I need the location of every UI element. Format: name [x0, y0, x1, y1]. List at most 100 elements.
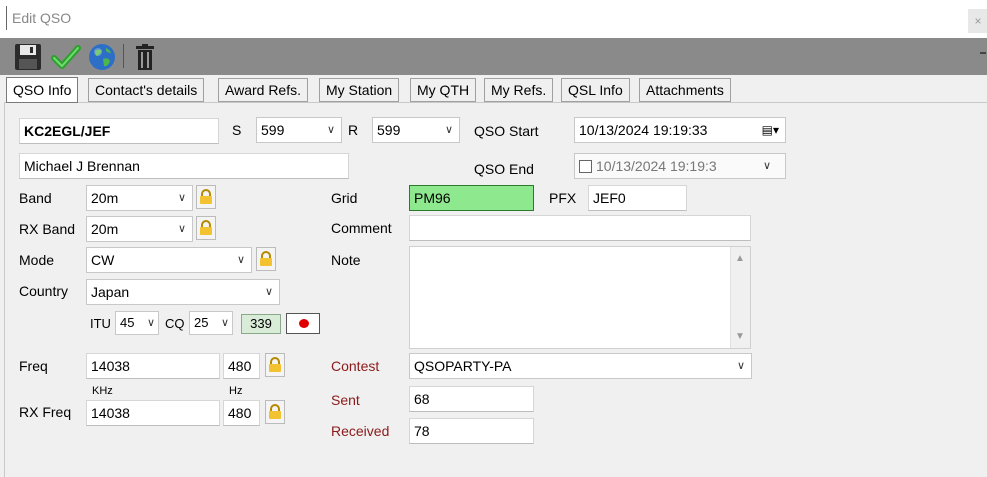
mode-select[interactable]: CW ∨ [86, 247, 252, 273]
qso-end-datetime[interactable]: 10/13/2024 19:19:3 ∨ [574, 153, 786, 179]
tab-contacts-details[interactable]: Contact's details [88, 78, 205, 102]
rx-band-select[interactable]: 20m ∨ [86, 216, 193, 242]
toolbar-overflow-icon[interactable] [980, 52, 986, 54]
toolbar-separator [123, 44, 124, 68]
tab-qso-info[interactable]: QSO Info [6, 77, 79, 103]
window-title: Edit QSO [12, 10, 72, 26]
chevron-down-icon: ∨ [444, 124, 453, 136]
s-label: S [232, 122, 242, 138]
contest-select[interactable]: QSOPARTY-PA ∨ [409, 353, 752, 379]
rx-band-label: RX Band [19, 221, 76, 237]
mode-value: CW [91, 252, 115, 268]
note-label: Note [331, 252, 361, 268]
country-flag [286, 313, 320, 334]
comment-label: Comment [331, 220, 392, 236]
tab-my-refs[interactable]: My Refs. [484, 78, 554, 102]
tab-qsl-info[interactable]: QSL Info [561, 78, 630, 102]
dxcc-badge: 339 [241, 314, 281, 334]
sent-label: Sent [331, 392, 360, 408]
title-bar [0, 0, 987, 38]
khz-unit-label: KHz [92, 385, 113, 397]
chevron-down-icon: ∨ [177, 192, 186, 204]
tab-my-station[interactable]: My Station [319, 78, 400, 102]
comment-input[interactable] [409, 215, 751, 241]
freq-hz-input[interactable]: 480 [223, 353, 260, 379]
itu-select[interactable]: 45 ∨ [115, 311, 159, 335]
chevron-down-icon: ∨ [736, 360, 745, 372]
rst-sent-select[interactable]: 599 ∨ [256, 117, 342, 143]
band-label: Band [19, 190, 52, 206]
lookup-button[interactable] [87, 42, 117, 72]
padlock-icon [200, 220, 212, 235]
rx-freq-label: RX Freq [19, 404, 72, 420]
received-label: Received [331, 423, 390, 439]
scroll-down-icon[interactable]: ▼ [735, 331, 745, 342]
qso-end-checkbox[interactable] [579, 160, 592, 173]
rx-freq-hz-input[interactable]: 480 [223, 400, 260, 426]
scroll-up-icon[interactable]: ▲ [735, 253, 745, 264]
pfx-input[interactable]: JEF0 [588, 185, 687, 211]
chevron-down-icon: ∨ [236, 254, 245, 266]
band-value: 20m [91, 190, 119, 206]
tab-award-refs[interactable]: Award Refs. [218, 78, 308, 102]
country-value: Japan [91, 284, 130, 300]
contest-label: Contest [331, 358, 380, 374]
rx-band-value: 20m [91, 221, 119, 237]
itu-value: 45 [120, 315, 135, 330]
tab-my-qth[interactable]: My QTH [410, 78, 477, 102]
qso-start-datetime[interactable]: 10/13/2024 19:19:33 ▤▾ [574, 117, 786, 143]
chevron-down-icon: ∨ [177, 223, 186, 235]
qso-start-label: QSO Start [474, 123, 539, 139]
pfx-label: PFX [549, 190, 577, 206]
cq-label: CQ [165, 316, 185, 331]
qso-start-value: 10/13/2024 19:19:33 [579, 122, 708, 138]
close-button[interactable]: × [968, 9, 987, 33]
callsign-input[interactable]: KC2EGL/JEF [19, 118, 219, 144]
padlock-icon [200, 189, 212, 204]
qso-end-label: QSO End [474, 161, 534, 177]
padlock-icon [269, 404, 281, 419]
itu-label: ITU [90, 316, 111, 331]
cq-select[interactable]: 25 ∨ [189, 311, 233, 335]
rx-freq-input[interactable]: 14038 [86, 400, 220, 426]
save-button[interactable] [13, 42, 43, 72]
calendar-dropdown-icon[interactable]: ▤▾ [762, 118, 779, 142]
confirm-button[interactable] [51, 42, 81, 72]
hz-unit-label: Hz [229, 385, 243, 397]
chevron-down-icon: ∨ [326, 124, 335, 136]
mode-label: Mode [19, 252, 55, 268]
grid-input[interactable]: PM96 [409, 185, 534, 211]
grid-label: Grid [331, 190, 358, 206]
note-scrollbar[interactable]: ▲ ▼ [730, 247, 750, 348]
name-input[interactable]: Michael J Brennan [19, 153, 349, 179]
sent-input[interactable]: 68 [409, 386, 534, 412]
cq-value: 25 [194, 315, 209, 330]
rx-freq-lock-button[interactable] [265, 400, 285, 424]
country-select[interactable]: Japan ∨ [86, 279, 280, 305]
rx-band-lock-button[interactable] [196, 216, 216, 240]
japan-flag-icon [299, 319, 309, 328]
contest-value: QSOPARTY-PA [414, 358, 512, 374]
chevron-down-icon: ∨ [762, 160, 771, 172]
qso-end-value: 10/13/2024 19:19:3 [596, 158, 717, 174]
rst-received-value: 599 [377, 122, 401, 138]
country-label: Country [19, 283, 69, 299]
tab-attachments[interactable]: Attachments [639, 78, 731, 102]
received-input[interactable]: 78 [409, 418, 534, 444]
mode-lock-button[interactable] [256, 247, 276, 271]
freq-lock-button[interactable] [265, 353, 285, 377]
freq-label: Freq [19, 358, 48, 374]
chevron-down-icon: ∨ [264, 286, 273, 298]
chevron-down-icon: ∨ [146, 317, 155, 329]
r-label: R [348, 122, 359, 138]
rst-received-select[interactable]: 599 ∨ [372, 117, 460, 143]
toolbar-grip [6, 6, 7, 30]
band-lock-button[interactable] [196, 185, 216, 209]
band-select[interactable]: 20m ∨ [86, 185, 193, 211]
delete-button[interactable] [130, 42, 160, 72]
chevron-down-icon: ∨ [220, 317, 229, 329]
freq-input[interactable]: 14038 [86, 353, 220, 379]
note-textarea[interactable]: ▲ ▼ [409, 246, 751, 349]
padlock-icon [260, 251, 272, 266]
rst-sent-value: 599 [261, 122, 285, 138]
